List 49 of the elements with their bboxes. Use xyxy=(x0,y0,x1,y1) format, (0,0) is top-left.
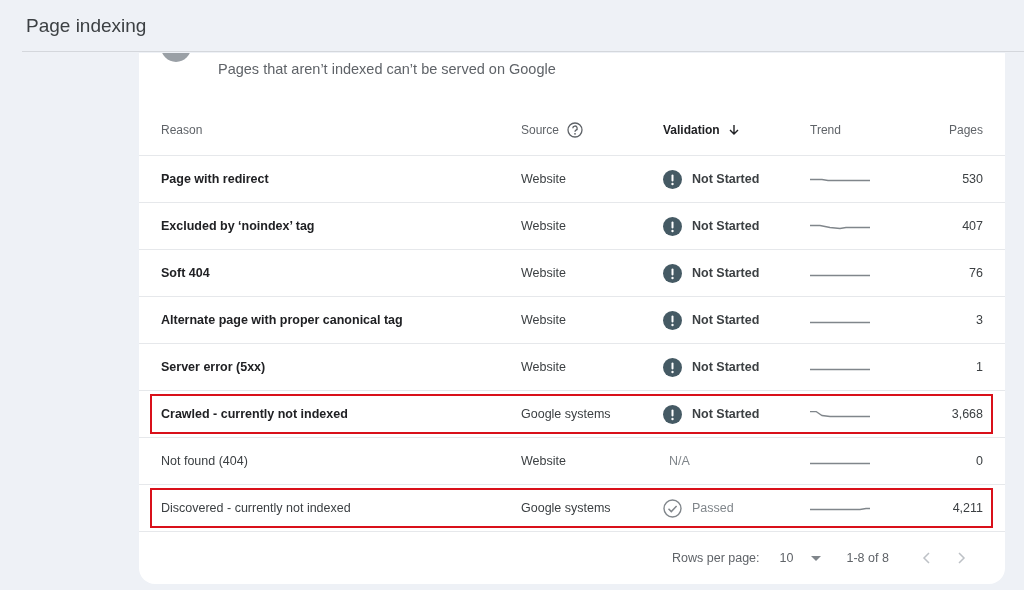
validation-status: Not Started xyxy=(692,172,760,186)
help-icon[interactable] xyxy=(567,122,584,138)
caret-icon xyxy=(811,555,822,561)
validation-status: Not Started xyxy=(692,407,760,421)
pages-count: 3,668 xyxy=(951,407,983,421)
column-header[interactable]: Validation xyxy=(663,123,720,137)
reason-cell[interactable]: Discovered - currently not indexed xyxy=(161,501,351,515)
source-cell: Website xyxy=(521,360,566,374)
validation-status: Not Started xyxy=(692,360,760,374)
reason-cell[interactable]: Page with redirect xyxy=(161,172,269,186)
reason-cell[interactable]: Server error (5xx) xyxy=(161,360,266,374)
trend-sparkline xyxy=(810,223,871,230)
source-cell: Website xyxy=(521,266,566,280)
source-cell: Website xyxy=(521,219,566,233)
validation-status: Passed xyxy=(692,501,734,515)
validation-status: Not Started xyxy=(692,266,760,280)
pages-count: 1 xyxy=(976,360,983,374)
source-cell: Google systems xyxy=(521,501,611,515)
source-cell: Google systems xyxy=(521,407,611,421)
trend-sparkline xyxy=(810,176,871,183)
trend-sparkline xyxy=(810,411,871,418)
card-subtitle: Pages that aren’t indexed can’t be served on Google xyxy=(218,61,556,79)
pages-count: 407 xyxy=(962,219,983,233)
pages-count: 0 xyxy=(976,454,983,468)
reason-cell[interactable]: Not found (404) xyxy=(161,454,248,468)
page-range: 1-8 of 8 xyxy=(846,551,889,565)
column-header: Pages xyxy=(948,123,983,137)
validation-status: Not Started xyxy=(692,313,760,327)
pages-count: 4,211 xyxy=(952,501,983,515)
pages-count: 76 xyxy=(969,266,983,280)
reason-cell[interactable]: Crawled - currently not indexed xyxy=(161,407,348,421)
reason-cell[interactable]: Alternate page with proper canonical tag xyxy=(161,313,403,327)
source-cell: Website xyxy=(521,172,566,186)
reason-cell[interactable]: Excluded by ‘noindex’ tag xyxy=(161,219,315,233)
column-header: Reason xyxy=(161,123,203,137)
validation-status: N/A xyxy=(668,454,690,468)
rows-per-page-label: Rows per page: xyxy=(672,551,760,565)
trend-sparkline xyxy=(810,505,871,512)
pages-count: 530 xyxy=(962,172,983,186)
page-title: Page indexing xyxy=(26,14,147,37)
source-cell: Website xyxy=(521,454,566,468)
pages-count: 3 xyxy=(976,313,983,327)
reason-cell[interactable]: Soft 404 xyxy=(161,266,210,280)
column-header: Trend xyxy=(810,123,841,137)
sort-arrow-icon[interactable] xyxy=(727,124,740,136)
column-header: Source xyxy=(521,123,560,137)
source-cell: Website xyxy=(521,313,566,327)
validation-status: Not Started xyxy=(692,219,760,233)
rows-per-page-dropdown[interactable]: 10 xyxy=(779,551,822,565)
